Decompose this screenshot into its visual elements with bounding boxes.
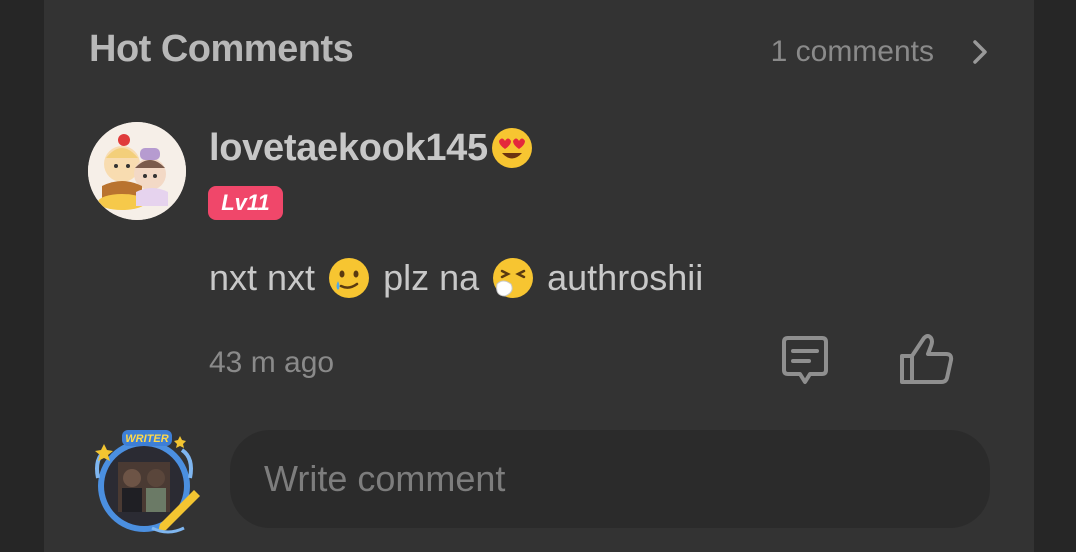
comment-input[interactable] [230,430,990,528]
chevron-right-icon[interactable] [970,38,990,66]
commenter-username[interactable]: lovetaekook145 [209,126,534,170]
comment-count-link[interactable]: 1 comments [771,35,934,69]
smiling-tear-emoji-icon [329,258,370,298]
writer-avatar[interactable]: WRITER [88,428,208,538]
sneezing-face-emoji-icon [493,258,534,298]
reply-icon[interactable] [778,334,832,388]
thumbs-up-icon[interactable] [898,330,956,388]
level-badge: Lv11 [208,186,283,220]
section-title: Hot Comments [89,28,354,70]
comment-text-part: authroshii [547,257,704,298]
commenter-avatar[interactable] [88,122,186,220]
heart-eyes-emoji-icon [491,128,532,168]
comment-text: nxt nxt plz na authroshii [209,256,703,300]
comment-text-part: plz na [383,257,480,298]
comment-text-part: nxt nxt [209,257,316,298]
writer-badge-text: WRITER [125,433,168,445]
comment-timestamp: 43 m ago [209,346,335,379]
username-text: lovetaekook145 [209,126,488,169]
